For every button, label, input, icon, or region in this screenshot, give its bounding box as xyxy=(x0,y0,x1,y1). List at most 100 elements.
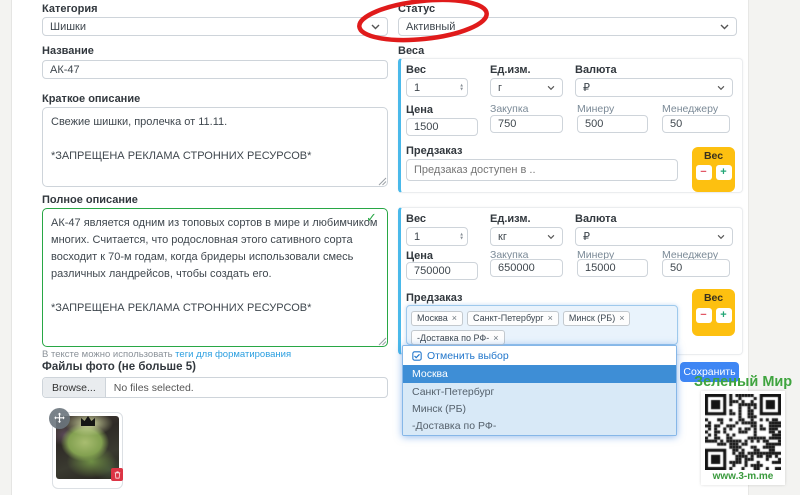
spinner-down-icon[interactable]: ▾ xyxy=(460,237,463,242)
city-tag[interactable]: -Доставка по РФ- × xyxy=(411,330,505,345)
product-edit-form: Категория Шишки Название Краткое описани… xyxy=(0,0,800,495)
format-tags-link[interactable]: теги для форматирования xyxy=(175,349,291,360)
weight-box-2: Вес − + xyxy=(692,289,735,336)
spinner-down-icon[interactable]: ▾ xyxy=(460,88,463,93)
photo-move-handle[interactable] xyxy=(49,408,70,429)
chevron-down-icon xyxy=(720,24,729,30)
unit-select[interactable]: г xyxy=(490,78,563,97)
number-spinner[interactable]: ▴▾ xyxy=(460,83,463,92)
preorder-multiselect[interactable]: Москва×Санкт-Петербург×Минск (РБ)×-Доста… xyxy=(406,305,678,345)
file-input[interactable]: Browse... No files selected. xyxy=(42,377,388,398)
category-select[interactable]: Шишки xyxy=(42,17,388,36)
price-input[interactable] xyxy=(406,262,478,280)
qr-code xyxy=(705,394,781,470)
miner-input[interactable] xyxy=(577,259,648,277)
currency-label: Валюта xyxy=(575,213,617,225)
remove-weight-button[interactable]: − xyxy=(696,308,712,323)
purchase-input[interactable] xyxy=(490,115,563,133)
dropdown-clear-option[interactable]: Отменить выбор xyxy=(403,346,676,365)
city-tag[interactable]: Санкт-Петербург× xyxy=(467,311,559,326)
remove-tag-icon[interactable]: × xyxy=(493,333,498,343)
chevron-down-icon xyxy=(547,234,555,239)
weight-value: 1 xyxy=(414,82,420,94)
city-tag[interactable]: Минск (РБ) × xyxy=(563,311,631,326)
purchase-input[interactable] xyxy=(490,259,563,277)
trash-icon xyxy=(114,471,121,479)
city-tag-label: -Доставка по РФ- xyxy=(417,333,489,343)
file-input-status: No files selected. xyxy=(106,382,194,394)
category-value: Шишки xyxy=(50,21,86,33)
dropdown-option[interactable]: Санкт-Петербург xyxy=(403,383,676,400)
option-label: -Доставка по РФ- xyxy=(412,420,496,432)
add-weight-button[interactable]: + xyxy=(716,308,732,323)
remove-tag-icon[interactable]: × xyxy=(548,313,553,323)
format-hint-text: В тексте можно использовать xyxy=(42,349,175,360)
weight-value: 1 xyxy=(414,231,420,243)
manager-label: Менеджеру xyxy=(662,103,718,115)
name-input[interactable] xyxy=(42,60,388,79)
currency-value: ₽ xyxy=(583,81,590,94)
photo-delete-button[interactable] xyxy=(111,468,123,481)
weight-box-label: Вес xyxy=(704,150,723,162)
chevron-down-icon xyxy=(717,234,725,239)
qr-card: www.3-m.me xyxy=(701,391,785,485)
unit-value: г xyxy=(498,82,502,94)
currency-value: ₽ xyxy=(583,230,590,243)
miner-input[interactable] xyxy=(577,115,648,133)
add-weight-button[interactable]: + xyxy=(716,165,732,180)
browse-button[interactable]: Browse... xyxy=(43,378,106,397)
manager-input[interactable] xyxy=(662,115,730,133)
price-label: Цена xyxy=(406,104,433,116)
chevron-down-icon xyxy=(547,85,555,90)
remove-weight-button[interactable]: − xyxy=(696,165,712,180)
left-gutter xyxy=(0,0,12,495)
price-label: Цена xyxy=(406,250,433,262)
status-value: Активный xyxy=(406,21,455,33)
full-description-label: Полное описание xyxy=(42,194,138,206)
currency-select[interactable]: ₽ xyxy=(575,78,733,97)
weights-section-label: Веса xyxy=(398,45,424,57)
unit-label: Ед.изм. xyxy=(490,64,531,76)
remove-tag-icon[interactable]: × xyxy=(619,313,624,323)
manager-input[interactable] xyxy=(662,259,730,277)
price-input[interactable] xyxy=(406,118,478,136)
short-description-textarea[interactable]: Свежие шишки, пролечка от 11.11. *ЗАПРЕЩ… xyxy=(42,107,388,187)
move-icon xyxy=(53,412,66,425)
dropdown-option-selected[interactable]: Москва xyxy=(403,365,676,383)
checkbox-checked-icon xyxy=(412,351,422,361)
brand-url: www.3-m.me xyxy=(701,471,785,482)
short-description-label: Краткое описание xyxy=(42,93,140,105)
unit-value: кг xyxy=(498,231,507,243)
unit-select[interactable]: кг xyxy=(490,227,563,246)
number-spinner[interactable]: ▴▾ xyxy=(460,232,463,241)
status-label: Статус xyxy=(398,3,435,15)
preorder-label: Предзаказ xyxy=(406,145,463,157)
dropdown-option[interactable]: Минск (РБ) xyxy=(403,400,676,417)
currency-label: Валюта xyxy=(575,64,617,76)
weight-number-input[interactable]: 1 ▴▾ xyxy=(406,78,468,97)
status-select[interactable]: Активный xyxy=(398,17,737,36)
full-description-textarea[interactable]: АК-47 является одним из топовых сортов в… xyxy=(42,208,388,347)
currency-select[interactable]: ₽ xyxy=(575,227,733,246)
chevron-down-icon xyxy=(371,24,380,30)
weight-label: Вес xyxy=(406,213,426,225)
option-label: Санкт-Петербург xyxy=(412,386,494,398)
remove-tag-icon[interactable]: × xyxy=(452,313,457,323)
city-tag-label: Москва xyxy=(417,313,448,323)
dropdown-option[interactable]: -Доставка по РФ- xyxy=(403,417,676,435)
name-label: Название xyxy=(42,45,94,57)
weight-label: Вес xyxy=(406,64,426,76)
preorder-label: Предзаказ xyxy=(406,292,463,304)
city-tag-label: Минск (РБ) xyxy=(569,313,615,323)
photo-files-label: Файлы фото (не больше 5) xyxy=(42,361,196,373)
unit-label: Ед.изм. xyxy=(490,213,531,225)
weight-box-label: Вес xyxy=(704,292,723,304)
weight-number-input[interactable]: 1 ▴▾ xyxy=(406,227,468,246)
city-tag[interactable]: Москва × xyxy=(411,311,463,326)
crown-icon xyxy=(80,416,96,428)
valid-check-icon: ✓ xyxy=(366,210,377,226)
preorder-input[interactable] xyxy=(406,159,678,181)
clear-option-label: Отменить выбор xyxy=(427,350,509,362)
option-label: Минск (РБ) xyxy=(412,403,466,415)
chevron-down-icon xyxy=(717,85,725,90)
